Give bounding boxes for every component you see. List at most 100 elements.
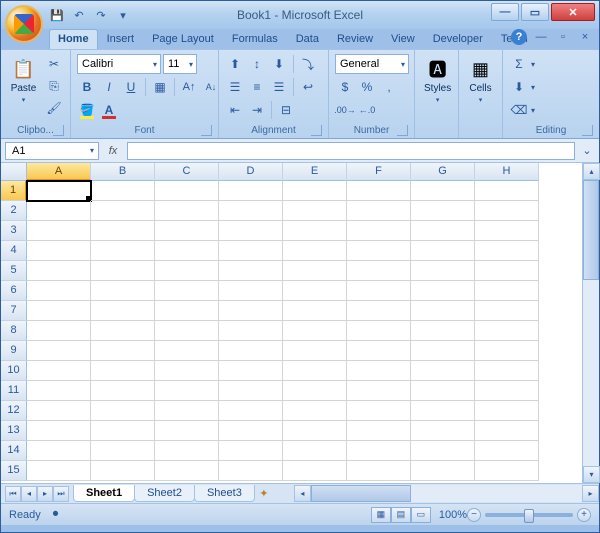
cell[interactable] [411,461,475,481]
fx-icon[interactable]: fx [103,145,123,157]
tab-insert[interactable]: Insert [98,29,144,49]
row-header[interactable]: 2 [1,201,27,221]
cell[interactable] [347,261,411,281]
cell[interactable] [411,421,475,441]
cell[interactable] [283,361,347,381]
scroll-thumb[interactable] [583,180,599,280]
row-header[interactable]: 7 [1,301,27,321]
cell[interactable] [347,181,411,201]
cell[interactable] [219,461,283,481]
cell[interactable] [27,461,91,481]
orientation-icon[interactable]: ⤵ [298,54,318,74]
cell[interactable] [155,181,219,201]
decrease-font-icon[interactable]: A↓ [201,77,221,97]
cell[interactable] [27,221,91,241]
cell[interactable] [219,401,283,421]
cell[interactable] [347,321,411,341]
row-header[interactable]: 6 [1,281,27,301]
cell[interactable] [283,341,347,361]
cell[interactable] [411,201,475,221]
cell[interactable] [91,461,155,481]
last-sheet-icon[interactable]: ⏭ [53,486,69,502]
row-header[interactable]: 5 [1,261,27,281]
cell[interactable] [347,461,411,481]
cell[interactable] [219,381,283,401]
name-box[interactable]: A1 [5,142,99,160]
first-sheet-icon[interactable]: ⏮ [5,486,21,502]
cell[interactable] [27,241,91,261]
cell[interactable] [91,381,155,401]
cell[interactable] [475,401,539,421]
cell[interactable] [283,401,347,421]
cell[interactable] [347,241,411,261]
row-header[interactable]: 12 [1,401,27,421]
row-header[interactable]: 10 [1,361,27,381]
formula-input[interactable] [127,142,575,160]
cell[interactable] [347,441,411,461]
cell[interactable] [475,201,539,221]
cell[interactable] [91,201,155,221]
cell[interactable] [91,221,155,241]
cell[interactable] [411,221,475,241]
fill-icon[interactable]: ⬇ [509,77,529,97]
next-sheet-icon[interactable]: ▸ [37,486,53,502]
cell[interactable] [155,421,219,441]
vertical-scrollbar[interactable]: ▴ ▾ [582,163,599,483]
italic-button[interactable]: I [99,77,119,97]
cell[interactable] [219,221,283,241]
align-right-icon[interactable]: ☰ [269,77,289,97]
tab-developer[interactable]: Developer [424,29,492,49]
column-header[interactable]: C [155,163,219,181]
cell[interactable] [91,361,155,381]
cell[interactable] [411,381,475,401]
row-header[interactable]: 9 [1,341,27,361]
cell[interactable] [91,401,155,421]
minimize-ribbon-icon[interactable]: — [533,29,549,45]
increase-indent-icon[interactable]: ⇥ [247,100,267,120]
cell[interactable] [411,181,475,201]
font-name-combo[interactable]: Calibri [77,54,161,74]
column-header[interactable]: H [475,163,539,181]
cell[interactable] [411,301,475,321]
scroll-down-icon[interactable]: ▾ [583,466,600,483]
cell[interactable] [27,361,91,381]
cell[interactable] [91,441,155,461]
cell[interactable] [219,341,283,361]
cell[interactable] [219,421,283,441]
normal-view-icon[interactable]: ▦ [371,507,391,523]
column-header[interactable]: E [283,163,347,181]
close-button[interactable]: ✕ [551,3,595,21]
cells-button[interactable]: ▦ Cells ▾ [465,54,496,107]
cell[interactable] [347,401,411,421]
column-header[interactable]: B [91,163,155,181]
cell[interactable] [475,461,539,481]
increase-font-icon[interactable]: A↑ [179,77,199,97]
styles-button[interactable]: 🅰 Styles ▾ [421,54,454,107]
cell[interactable] [91,281,155,301]
cell[interactable] [155,381,219,401]
copy-icon[interactable]: ⎘ [44,76,64,96]
cell[interactable] [91,181,155,201]
column-header[interactable]: G [411,163,475,181]
row-header[interactable]: 8 [1,321,27,341]
cell[interactable] [411,281,475,301]
clear-icon[interactable]: ⌫ [509,100,529,120]
zoom-in-icon[interactable]: + [577,508,591,522]
cell[interactable] [155,341,219,361]
fill-color-icon[interactable]: 🪣 [77,100,97,120]
cell[interactable] [27,401,91,421]
tab-home[interactable]: Home [49,29,98,49]
cell[interactable] [91,261,155,281]
row-header[interactable]: 4 [1,241,27,261]
cell[interactable] [347,221,411,241]
bold-button[interactable]: B [77,77,97,97]
help-icon[interactable]: ? [511,29,527,45]
cell[interactable] [475,361,539,381]
office-button[interactable] [5,5,43,43]
decrease-decimal-icon[interactable]: ←.0 [357,100,377,120]
sheet-tab-1[interactable]: Sheet1 [73,485,135,502]
cell[interactable] [27,181,91,201]
cut-icon[interactable]: ✂ [44,54,64,74]
column-header[interactable]: F [347,163,411,181]
cell[interactable] [219,261,283,281]
